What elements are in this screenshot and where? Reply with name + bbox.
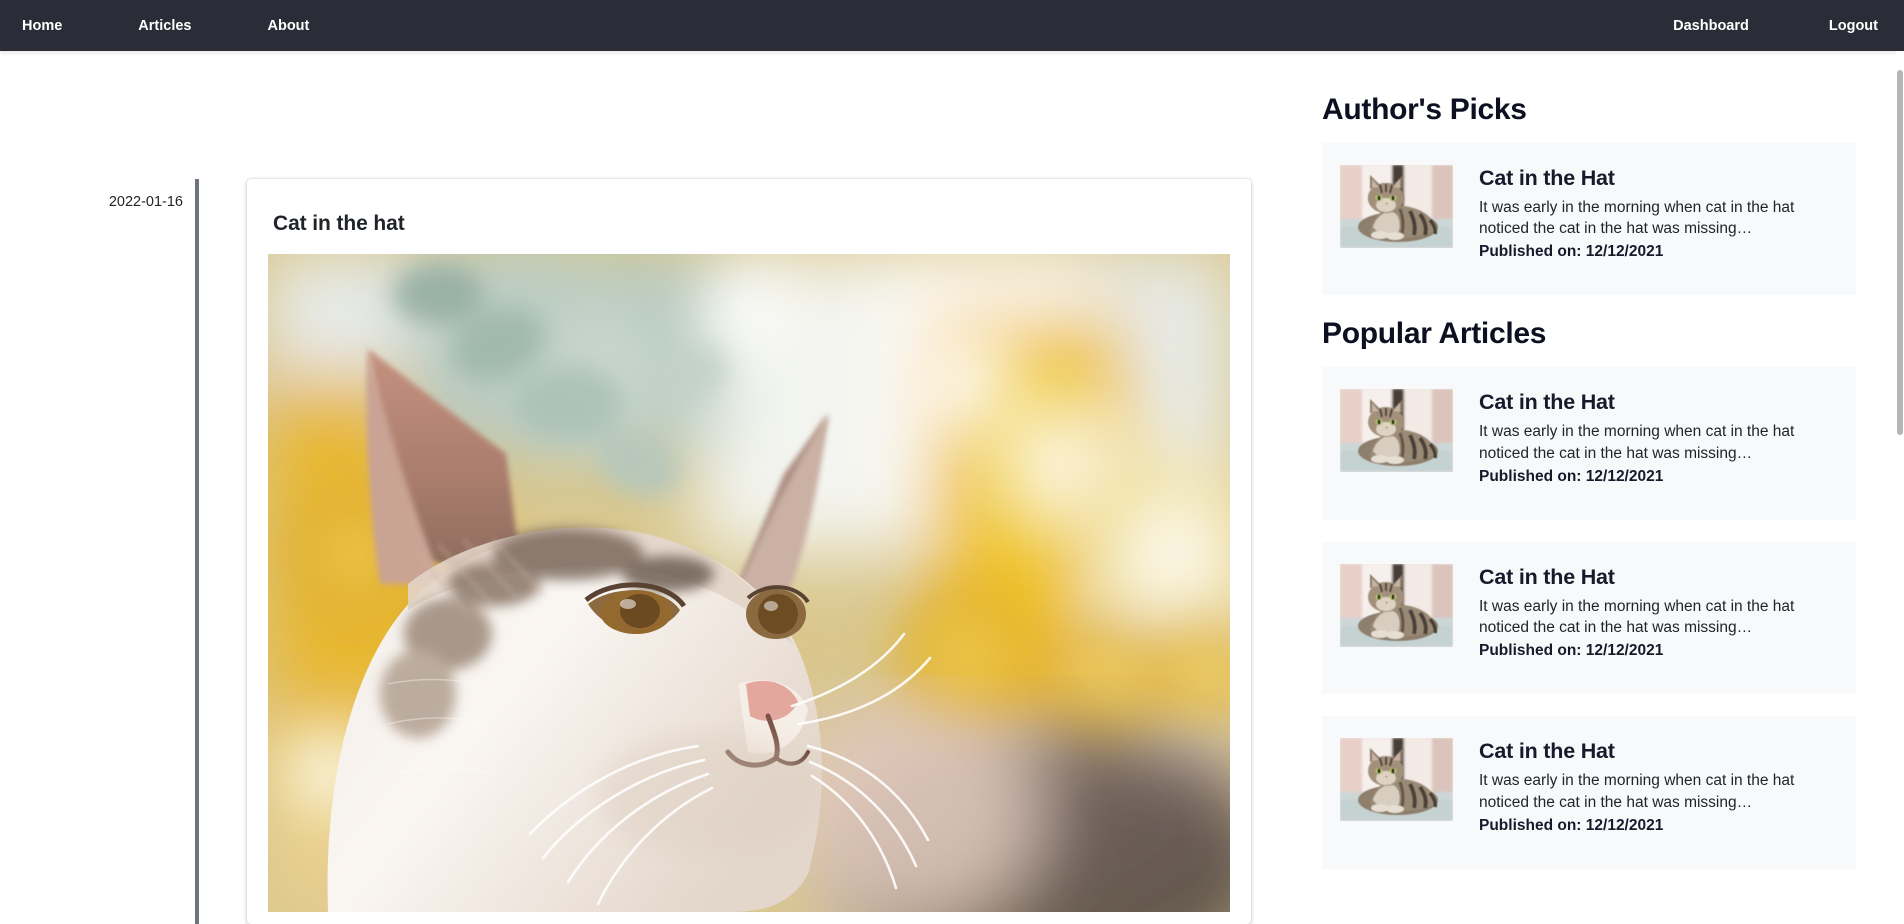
article-summary: Cat in the Hat It was early in the morni… [1479,738,1838,834]
nav-link-about[interactable]: About [268,12,310,40]
article-thumbnail [1340,738,1453,822]
article-excerpt: It was early in the morning when cat in … [1479,423,1795,462]
article-title-link[interactable]: Cat in the Hat [1479,166,1838,191]
article-date: 2022-01-16 [108,194,183,210]
article-title: Cat in the hat [273,212,405,235]
authors-picks-heading: Author's Picks [1322,93,1527,126]
article-summary: Cat in the Hat It was early in the morni… [1479,165,1838,261]
article-summary: Cat in the Hat It was early in the morni… [1479,389,1838,485]
article-published-date: Published on: 12/12/2021 [1479,816,1664,834]
article-published-date: Published on: 12/12/2021 [1479,642,1664,660]
page-scrollbar-thumb[interactable] [1897,70,1903,435]
nav-link-dashboard[interactable]: Dashboard [1673,12,1749,40]
top-navbar: Home Articles About Dashboard Logout [0,0,1904,51]
article-excerpt: It was early in the morning when cat in … [1479,772,1795,811]
article-thumbnail [1340,165,1453,248]
popular-article-card[interactable]: Cat in the Hat It was early in the morni… [1322,367,1856,520]
page-body: 2022-01-16 Cat in the hat Author's Picks… [0,51,1904,924]
article-hero-image [268,254,1230,912]
article-published-date: Published on: 12/12/2021 [1479,243,1664,261]
popular-articles-heading: Popular Articles [1322,317,1547,351]
article-thumbnail [1340,563,1453,647]
navbar-left-group: Home Articles About [22,12,385,40]
article-excerpt: It was early in the morning when cat in … [1479,597,1795,637]
nav-link-home[interactable]: Home [22,12,62,40]
timeline-row: 2022-01-16 Cat in the hat [0,179,1290,924]
article-excerpt: It was early in the morning when cat in … [1479,198,1795,238]
nav-link-articles[interactable]: Articles [138,12,191,40]
article-column: 2022-01-16 Cat in the hat [0,51,1290,924]
sidebar: Author's Picks Cat in the Hat It was ear… [1290,51,1904,924]
article-title-link[interactable]: Cat in the Hat [1479,565,1838,590]
article-title-link[interactable]: Cat in the Hat [1479,739,1838,764]
article-thumbnail [1340,389,1453,473]
article-published-date: Published on: 12/12/2021 [1479,467,1664,485]
navbar-right-group: Dashboard Logout [1593,12,1878,40]
authors-pick-card[interactable]: Cat in the Hat It was early in the morni… [1322,143,1856,296]
article-summary: Cat in the Hat It was early in the morni… [1479,564,1838,660]
nav-link-logout[interactable]: Logout [1829,12,1878,40]
article-title-link[interactable]: Cat in the Hat [1479,390,1838,415]
article-card[interactable]: Cat in the hat [247,179,1251,924]
popular-article-card[interactable]: Cat in the Hat It was early in the morni… [1322,716,1856,869]
timeline-bar [195,179,199,924]
popular-article-card[interactable]: Cat in the Hat It was early in the morni… [1322,541,1856,695]
